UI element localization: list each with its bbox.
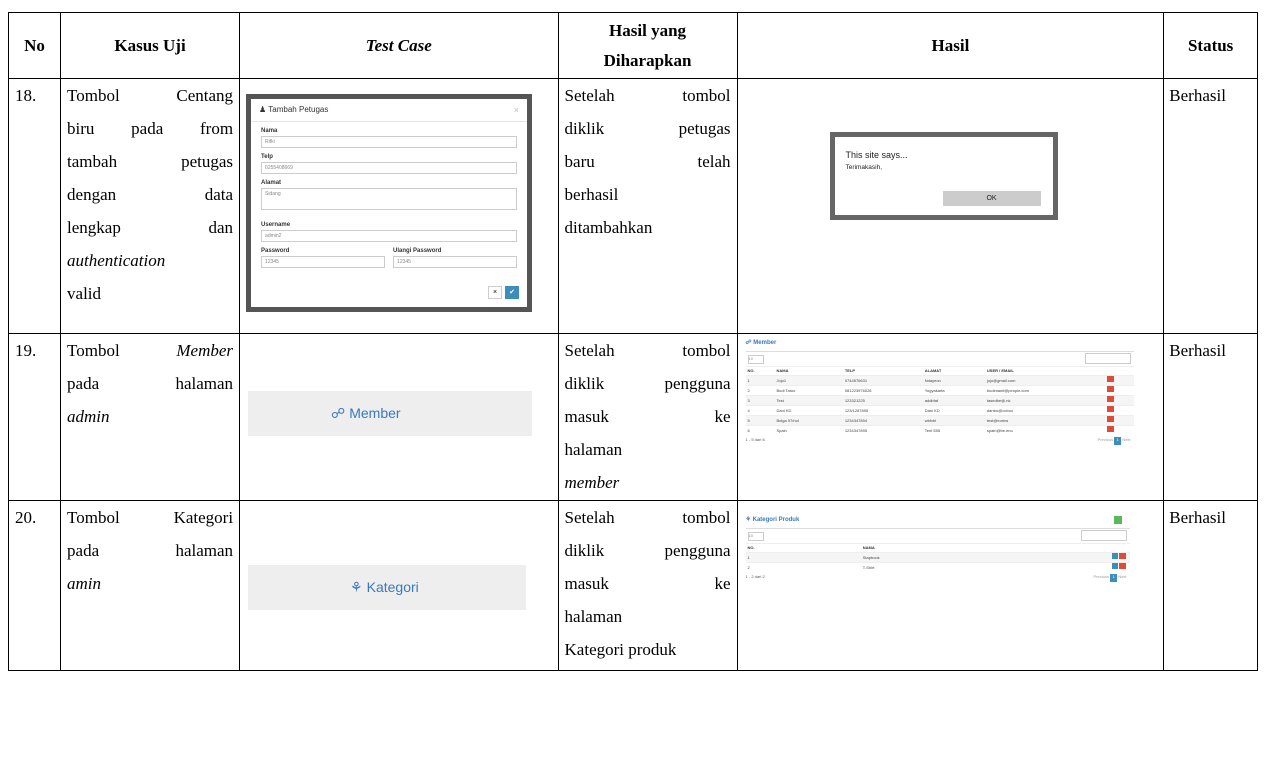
add-button [1113, 516, 1122, 524]
field-value: admin2 [261, 230, 518, 242]
field-value: 0255408669 [261, 162, 518, 174]
test-case-cell: ☍ Member [239, 333, 559, 501]
field-value: 12345 [393, 256, 518, 268]
column-header: TELP [842, 366, 923, 376]
expected-result-cell: Setelah tombol diklik pengguna masuk ke … [557, 333, 738, 501]
header-test-case: Test Case [239, 12, 559, 79]
delete-icon [1106, 406, 1114, 412]
column-header: NO. [745, 543, 861, 553]
row-number: 18. [7, 78, 62, 334]
field-label: Telp [261, 154, 273, 160]
sitemap-icon: ⚘ [350, 579, 363, 595]
field-label: Alamat [261, 180, 282, 186]
kasus-uji-cell: Tombol Kategori pada halaman amin [60, 500, 241, 671]
column-header: USER / EMAIL [984, 366, 1105, 376]
status-cell: Berhasil [1163, 78, 1258, 334]
result-cell: ☍ Member 10 NO. NAMA TELP ALAMAT USER / … [736, 333, 1165, 501]
field-value: 12345 [261, 256, 386, 268]
kategori-page-screenshot: ⚘ Kategori Produk 10 NO. NAMA 1 Stapbook … [745, 516, 1130, 584]
table-row: 1 Stapbook [745, 552, 1130, 563]
table-info: 1 - 5 dari 6 [745, 437, 765, 442]
column-header: NAMA [860, 543, 1110, 553]
kasus-uji-cell: Tombol Centang biru pada from tambah pet… [60, 78, 241, 334]
row-number: 20. [7, 500, 62, 671]
alert-title: This site says... [845, 150, 908, 160]
column-header: NAMA [774, 366, 843, 376]
result-cell: ⚘ Kategori Produk 10 NO. NAMA 1 Stapbook … [736, 500, 1165, 671]
table-row: 5 Bolga 57/nol 1234347894 wbfvbl test@eorins [745, 415, 1134, 426]
kategori-table: NO. NAMA 1 Stapbook 2 T-Shirt [745, 543, 1130, 572]
member-page-title: Member [753, 340, 777, 346]
table-info: 1 - 2 dari 2 [745, 574, 765, 579]
header-kasus-uji: Kasus Uji [60, 12, 241, 79]
table-row: 19. Tombol Member pada halaman admin ☍ Me… [7, 333, 1258, 501]
table-row: 2 Budi Tatoo 081223976026 Yogyakarta budiman… [745, 385, 1134, 396]
member-button-screenshot: ☍ Member [248, 391, 533, 436]
result-cell: This site says... Terimakasih, OK [736, 78, 1165, 334]
page-size-select: 10 [747, 532, 764, 541]
field-value: Sidang [261, 188, 518, 210]
field-label: Nama [261, 128, 278, 134]
edit-icon [1111, 553, 1118, 559]
cancel-button: × [488, 286, 503, 299]
header-hasil-diharapkan: Hasil yang Diharapkan [557, 12, 738, 79]
pagination: Previous 1 Next [1098, 437, 1131, 445]
alert-dialog-screenshot: This site says... Terimakasih, OK [829, 132, 1058, 220]
test-case-cell: ♟ Tambah Petugas × Nama Rifki Telp 025540… [239, 78, 559, 334]
test-case-cell: ⚘ Kategori [239, 500, 559, 671]
table-row: 6 Spain 1234347895 Tent 555 spain@be.eno [745, 425, 1134, 435]
table-row: 2 T-Shirt [745, 562, 1130, 572]
table-row: 20. Tombol Kategori pada halaman amin ⚘ K… [7, 500, 1258, 671]
table-row: 18. Tombol Centang biru pada from tambah… [7, 78, 1258, 334]
kategori-button-label: Kategori [366, 579, 419, 595]
close-icon: × [513, 105, 520, 115]
member-button-label: Member [349, 405, 401, 421]
delete-icon [1106, 376, 1114, 382]
kategori-page-title: Kategori Produk [752, 517, 800, 523]
column-header: ALAMAT [922, 366, 985, 376]
row-number: 19. [7, 333, 62, 501]
status-cell: Berhasil [1163, 333, 1258, 501]
page-size-select: 10 [747, 355, 764, 364]
delete-icon [1106, 416, 1114, 422]
delete-icon [1118, 563, 1126, 569]
table-row: 1 Jojo1 0744576631 Ndayeon jojo@gmail.com [745, 375, 1134, 386]
delete-icon [1106, 426, 1114, 432]
field-value: Rifki [261, 136, 518, 148]
tambah-petugas-modal-screenshot: ♟ Tambah Petugas × Nama Rifki Telp 025540… [246, 94, 533, 312]
alert-message: Terimakasih, [845, 164, 883, 171]
kategori-button-screenshot: ⚘ Kategori [248, 565, 527, 610]
delete-icon [1106, 396, 1114, 402]
member-table: NO. NAMA TELP ALAMAT USER / EMAIL 1 Jojo1… [745, 366, 1134, 435]
edit-icon [1111, 563, 1118, 569]
table-row: 4 Dani KD 123/1287895 Dani KD dantro@ocbox [745, 405, 1134, 416]
link-icon: ☍ [331, 405, 346, 421]
pagination: Previous 1 Next [1094, 574, 1127, 582]
sitemap-icon: ⚘ [745, 517, 751, 523]
table-row: 3 Test 123321225 addbfaf tasedbe@.nk [745, 395, 1134, 406]
header-no: No [7, 12, 62, 79]
modal-title: Tambah Petugas [268, 105, 329, 114]
check-button: ✔ [505, 286, 520, 299]
member-page-screenshot: ☍ Member 10 NO. NAMA TELP ALAMAT USER / … [745, 339, 1134, 447]
kasus-uji-cell: Tombol Member pada halaman admin [60, 333, 241, 501]
user-icon: ♟ [259, 105, 267, 114]
link-icon: ☍ [745, 340, 752, 346]
header-status: Status [1163, 12, 1258, 79]
search-input [1084, 353, 1131, 364]
delete-icon [1118, 553, 1126, 559]
expected-result-cell: Setelah tombol diklik petugas baru telah… [557, 78, 738, 334]
alert-ok-button: OK [942, 191, 1041, 206]
field-label: Password [261, 248, 290, 254]
field-label: Ulangi Password [393, 248, 442, 254]
status-cell: Berhasil [1163, 500, 1258, 671]
column-header: NO. [745, 366, 775, 376]
expected-result-cell: Setelah tombol diklik pengguna masuk ke … [557, 500, 738, 671]
delete-icon [1106, 386, 1114, 392]
header-row: No Kasus Uji Test Case Hasil yang Diharap… [7, 12, 1258, 79]
search-input [1080, 530, 1127, 541]
field-label: Username [261, 222, 291, 228]
test-case-table: No Kasus Uji Test Case Hasil yang Diharap… [7, 12, 1258, 671]
header-hasil: Hasil [736, 12, 1165, 79]
